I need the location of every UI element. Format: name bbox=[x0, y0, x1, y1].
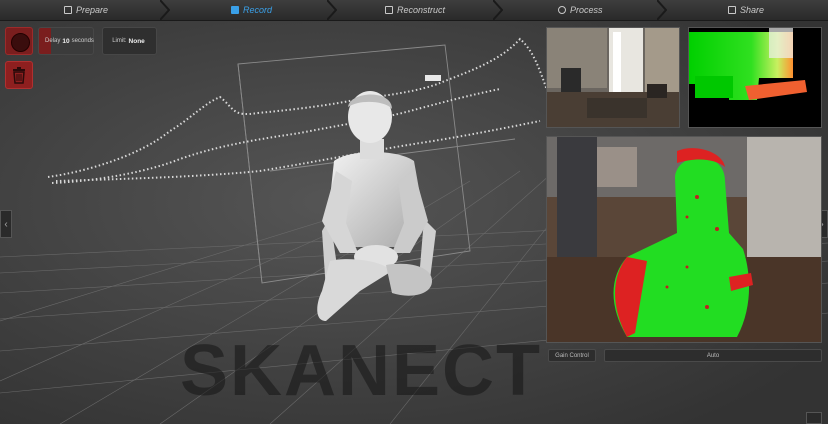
delay-setting[interactable]: Delay 10 seconds bbox=[38, 27, 94, 55]
skanect-watermark: SKANECT bbox=[180, 331, 543, 411]
record-button[interactable] bbox=[5, 27, 33, 55]
gain-control-dropdown[interactable]: Auto bbox=[604, 349, 822, 362]
delete-button[interactable] bbox=[5, 61, 33, 89]
record-icon bbox=[11, 33, 30, 52]
main-navigation: Prepare Record Reconstruct Process Share bbox=[0, 0, 828, 21]
prepare-icon bbox=[64, 6, 72, 14]
color-feed-image bbox=[547, 28, 679, 127]
tab-separator bbox=[493, 0, 503, 20]
camera-marker bbox=[425, 75, 441, 81]
tab-share[interactable]: Share bbox=[728, 0, 764, 20]
color-camera-feed bbox=[546, 27, 680, 128]
gain-control-label: Gain Control bbox=[548, 349, 596, 362]
tab-separator bbox=[160, 0, 170, 20]
tab-reconstruct[interactable]: Reconstruct bbox=[385, 0, 445, 20]
limit-prefix: Limit bbox=[112, 38, 125, 44]
record-icon bbox=[231, 6, 239, 14]
scan-fit-view bbox=[546, 136, 822, 343]
tab-label: Reconstruct bbox=[397, 5, 446, 15]
chevron-left-icon: ‹ bbox=[4, 218, 8, 230]
tab-label: Record bbox=[243, 5, 273, 15]
limit-value: None bbox=[128, 37, 145, 45]
tab-prepare[interactable]: Prepare bbox=[64, 0, 108, 20]
delay-prefix: Delay bbox=[45, 38, 61, 44]
thumbs-up-icon bbox=[728, 6, 736, 14]
delay-value: 10 bbox=[62, 37, 70, 45]
depth-feed-image bbox=[689, 28, 821, 127]
tab-label: Prepare bbox=[76, 5, 109, 15]
prev-arrow-button[interactable]: ‹ bbox=[0, 210, 12, 238]
tab-separator bbox=[657, 0, 667, 20]
screenshot-icon[interactable] bbox=[806, 412, 822, 424]
trash-icon bbox=[13, 67, 25, 84]
fit-overlay-image bbox=[547, 137, 821, 342]
tab-separator bbox=[327, 0, 337, 20]
tab-label: Share bbox=[740, 5, 765, 15]
tab-record[interactable]: Record bbox=[231, 0, 272, 20]
limit-setting[interactable]: Limit: None bbox=[102, 27, 157, 55]
tab-label: Process bbox=[570, 5, 603, 15]
delay-suffix: seconds bbox=[71, 38, 94, 44]
process-icon bbox=[558, 6, 566, 14]
depth-camera-feed bbox=[688, 27, 822, 128]
reconstruct-icon bbox=[385, 6, 393, 14]
tab-process[interactable]: Process bbox=[558, 0, 603, 20]
